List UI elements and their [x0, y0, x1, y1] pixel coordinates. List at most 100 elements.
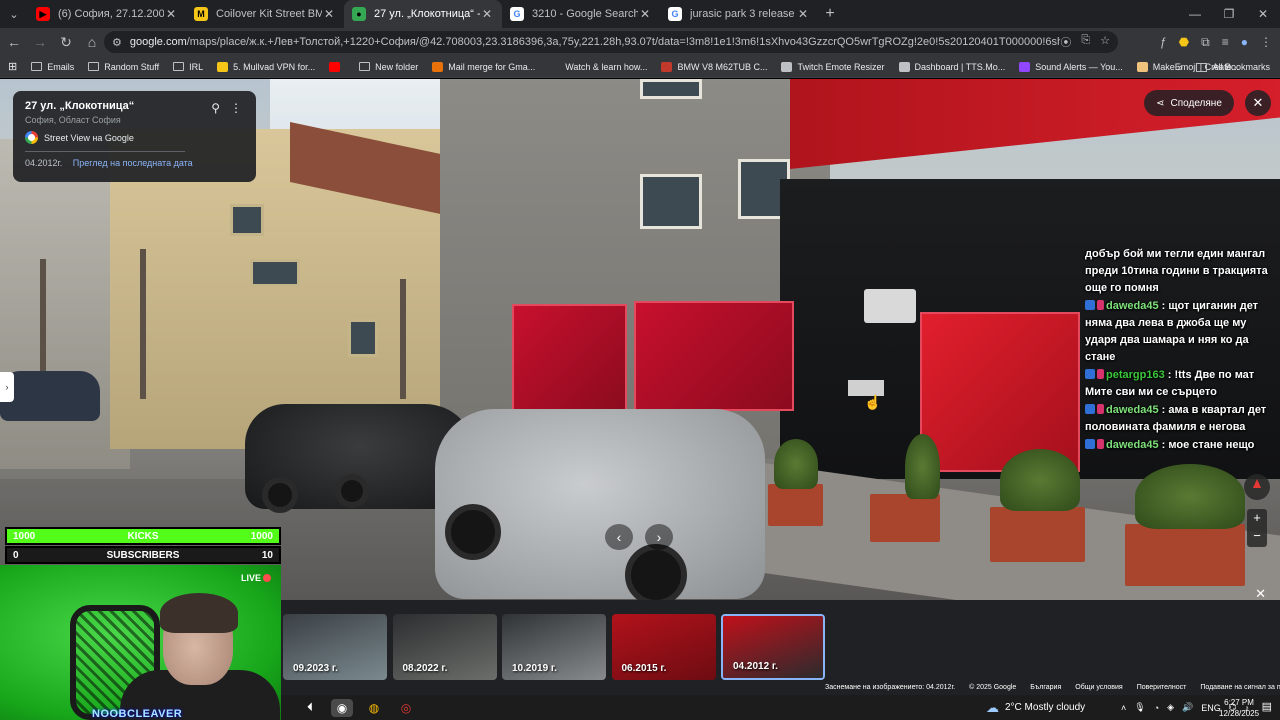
- arrow-right-icon[interactable]: ›: [645, 524, 673, 550]
- restore-icon[interactable]: ❐: [1212, 0, 1246, 28]
- live-badge: LIVE: [241, 573, 271, 583]
- bookmark-item[interactable]: New folder: [359, 62, 418, 72]
- zoom-out-icon[interactable]: −: [1247, 527, 1267, 545]
- bookmark-item[interactable]: Watch & learn how...: [549, 61, 647, 72]
- stream-app-icon[interactable]: ⏴: [299, 699, 321, 717]
- attribution-item[interactable]: Поверителност: [1137, 684, 1187, 691]
- more-vert-icon[interactable]: ⋮: [230, 101, 242, 115]
- language-indicator[interactable]: ENG: [1201, 703, 1221, 713]
- tray-chevron-icon[interactable]: ˄: [1121, 703, 1126, 713]
- bookmark-item[interactable]: Mail merge for Gma...: [432, 61, 535, 72]
- tray-app-icon[interactable]: ◈: [1167, 702, 1174, 713]
- back-icon[interactable]: ←: [2, 34, 26, 50]
- google-logo-icon: [25, 131, 38, 144]
- tab-close-icon[interactable]: ✕: [322, 7, 336, 21]
- bookmark-item[interactable]: Twitch Emote Resizer: [781, 61, 885, 72]
- browser-tab[interactable]: M Coilover Kit Street BMW 7 (E38)✕: [186, 0, 344, 28]
- attribution-item[interactable]: Подаване на сигнал за проблем: [1200, 684, 1280, 691]
- timeline-thumbnail[interactable]: 09.2023 г.: [283, 614, 387, 680]
- forward-icon[interactable]: →: [28, 34, 52, 50]
- bookmark-item[interactable]: Random Stuff: [88, 62, 159, 72]
- profile-avatar[interactable]: ●: [1241, 35, 1248, 49]
- tab-close-icon[interactable]: ✕: [164, 7, 178, 21]
- compass-icon[interactable]: [1244, 474, 1270, 500]
- bookmark-label: New folder: [375, 61, 419, 72]
- bookmark-star-icon[interactable]: ☆: [1100, 34, 1110, 50]
- browser-tab[interactable]: ▶ (6) София, 27.12.2000 г. - Y✕: [28, 0, 186, 28]
- extension-icon[interactable]: ƒ: [1160, 35, 1167, 49]
- chrome-icon[interactable]: ◍: [363, 699, 385, 717]
- chat-message: petargp163 : !tts Две по мат Мите сви ми…: [1085, 367, 1275, 401]
- weather-widget[interactable]: ☁ 2°C Mostly cloudy: [986, 695, 1085, 720]
- tab-close-icon[interactable]: ✕: [796, 7, 810, 21]
- address-bar[interactable]: ⚙ google.com/maps/place/ж.к.+Лев+Толстой…: [104, 31, 1118, 53]
- extensions-puzzle-icon[interactable]: ⧉: [1201, 35, 1210, 50]
- close-street-view-button[interactable]: ✕: [1245, 90, 1271, 116]
- volume-icon[interactable]: 🔊: [1182, 702, 1193, 713]
- tab-close-icon[interactable]: ✕: [638, 7, 652, 21]
- parked-car-silver: [435, 409, 765, 599]
- share-button[interactable]: ⋖ Споделяне: [1144, 90, 1234, 116]
- location-subtitle: София, Област София: [25, 115, 121, 125]
- tab-search-icon[interactable]: ⌄: [0, 0, 28, 28]
- bookmark-item[interactable]: Sound Alerts — You...: [1019, 61, 1123, 72]
- system-clock[interactable]: 6:27 PM 12/28/2025: [1219, 697, 1259, 719]
- bookmark-item[interactable]: Emails: [31, 62, 74, 72]
- attribution-item[interactable]: Общи условия: [1075, 684, 1122, 691]
- reload-icon[interactable]: ↻: [54, 34, 78, 51]
- close-timeline-icon[interactable]: ✕: [1255, 586, 1266, 602]
- latest-date-link[interactable]: Преглед на последната дата: [73, 158, 193, 168]
- attribution-item[interactable]: България: [1030, 684, 1061, 691]
- apps-grid-icon[interactable]: ⊞: [8, 60, 17, 73]
- home-icon[interactable]: ⌂: [80, 34, 104, 50]
- site-favicon-icon: [549, 61, 561, 72]
- site-favicon-icon: [432, 61, 444, 72]
- circus-poster: [920, 312, 1080, 472]
- new-tab-button[interactable]: +: [818, 5, 842, 23]
- chevron-right-icon[interactable]: »: [1177, 62, 1182, 72]
- mic-icon[interactable]: 🎙: [1134, 702, 1145, 713]
- minimize-icon[interactable]: —: [1178, 0, 1212, 28]
- tab-title: 27 ул. „Клокотница“ - Google: [374, 8, 480, 20]
- timeline-thumbnail[interactable]: 06.2015 г.: [611, 614, 716, 680]
- timeline-thumbnail[interactable]: 08.2022 г.: [392, 614, 497, 680]
- recorder-icon[interactable]: ◎: [395, 699, 417, 717]
- divider: [25, 151, 185, 152]
- bookmarks-bar: ⊞ Emails Random Stuff IRL 5. Mullvad VPN fo…: [0, 56, 1280, 78]
- close-window-icon[interactable]: ✕: [1246, 0, 1280, 28]
- window-controls: — ❐ ✕: [1178, 0, 1280, 28]
- bookmark-item[interactable]: Dashboard | TTS.Mo...: [898, 61, 1005, 72]
- expand-panel-icon[interactable]: ›: [0, 372, 14, 402]
- bookmark-item[interactable]: 5. Mullvad VPN for...: [217, 61, 316, 72]
- extension-icon[interactable]: ⬣: [1179, 35, 1189, 49]
- bookmark-label: Twitch Emote Resizer: [797, 61, 885, 72]
- bookmark-item[interactable]: [329, 61, 345, 72]
- planter: [768, 484, 823, 526]
- location-icon[interactable]: ⦿: [1060, 34, 1071, 50]
- install-icon[interactable]: ⎘: [1081, 34, 1090, 50]
- site-info-icon[interactable]: ⚙: [112, 36, 122, 49]
- bookmark-item[interactable]: BMW V8 M62TUB C...: [661, 61, 767, 72]
- map-pin-icon[interactable]: ⚲: [211, 101, 220, 115]
- network-icon[interactable]: ◔: [1154, 703, 1159, 713]
- tab-close-icon[interactable]: ✕: [480, 7, 494, 21]
- zoom-control: + −: [1247, 509, 1267, 547]
- live-label: LIVE: [240, 573, 261, 583]
- browser-tab[interactable]: Gjurasic park 3 release date - Go✕: [660, 0, 818, 28]
- browser-tab[interactable]: G 3210 - Google Search ✕: [502, 0, 660, 28]
- menu-icon[interactable]: ⋮: [1260, 35, 1272, 49]
- obs-icon[interactable]: ◉: [331, 698, 353, 717]
- all-bookmarks[interactable]: » All Bookmarks: [1177, 56, 1270, 78]
- chat-username: daweda45: [1106, 404, 1159, 416]
- browser-tab[interactable]: ● 27 ул. „Клокотница“ - Google✕: [344, 0, 502, 28]
- media-icon[interactable]: ≡: [1222, 35, 1229, 49]
- timeline-thumbnail[interactable]: 10.2019 г.: [502, 614, 606, 680]
- arrow-left-icon[interactable]: ‹: [605, 524, 633, 550]
- weather-text: 2°C Mostly cloudy: [1005, 702, 1086, 713]
- timeline-thumbnail[interactable]: 04.2012 г.: [721, 614, 825, 680]
- notifications-icon[interactable]: ▤: [1262, 700, 1272, 713]
- bookmark-item[interactable]: IRL: [173, 62, 203, 72]
- zoom-in-icon[interactable]: +: [1247, 509, 1267, 527]
- bookmark-label: 5. Mullvad VPN for...: [233, 61, 316, 72]
- live-dot-icon: [263, 574, 271, 582]
